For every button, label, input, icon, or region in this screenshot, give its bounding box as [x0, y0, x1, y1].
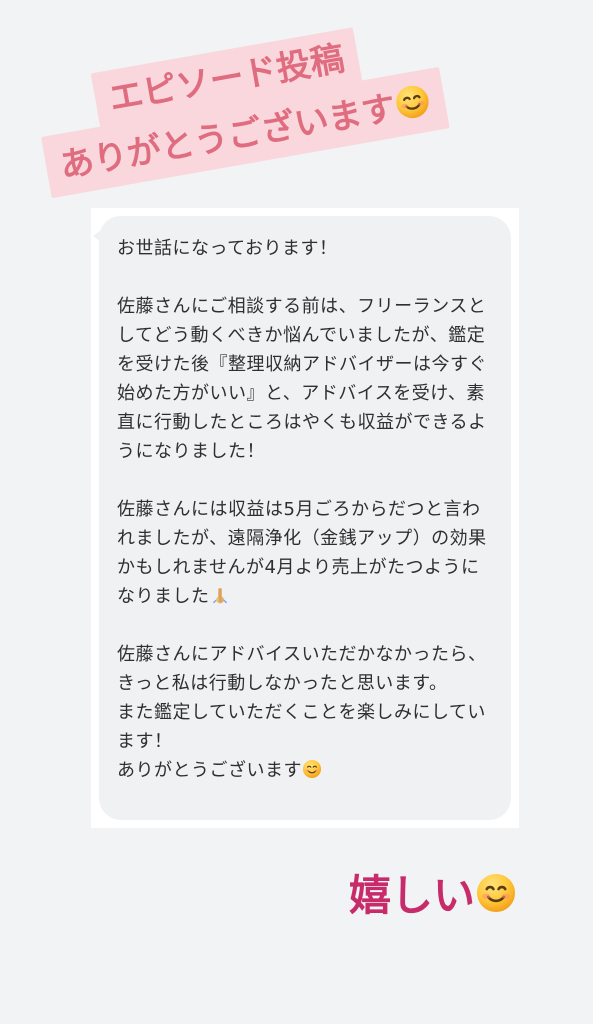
message-screenshot-card: お世話になっております！ 佐藤さんにご相談する前は、フリーランスとしてどう動くべ… [91, 208, 519, 828]
message-paragraph-3: 佐藤さんには収益は5月ごろからだつと言われましたが、遠隔浄化（金銭アップ）の効果… [117, 495, 493, 611]
message-paragraph-4: 佐藤さんにアドバイスいただかなかったら、きっと私は行動しなかったと思います。 ま… [117, 640, 493, 785]
message-bubble: お世話になっております！ 佐藤さんにご相談する前は、フリーランスとしてどう動くべ… [93, 216, 511, 820]
happy-caption: 嬉しい [349, 872, 517, 917]
folded-hands-icon [210, 585, 230, 605]
message-paragraph-2-text: 佐藤さんにご相談する前は、フリーランスとしてどう動くべきか悩んでいましたが、鑑定… [117, 296, 487, 462]
message-paragraph-5-text: また鑑定していただくことを楽しみにしています！ [117, 702, 486, 752]
smiling-face-icon [302, 759, 322, 779]
message-paragraph-1-text: お世話になっております！ [117, 238, 338, 259]
smiling-face-icon [392, 81, 433, 122]
episode-thanks-sticker: エピソード投稿 ありがとうございます [18, 0, 450, 212]
message-paragraph-3-text: 佐藤さんには収益は5月ごろからだつと言われましたが、遠隔浄化（金銭アップ）の効果… [117, 499, 487, 607]
message-paragraph-1: お世話になっております！ [117, 234, 493, 263]
message-paragraph-2: 佐藤さんにご相談する前は、フリーランスとしてどう動くべきか悩んでいましたが、鑑定… [117, 292, 493, 466]
happy-caption-text: 嬉しい [348, 870, 475, 920]
message-paragraph-6-text: ありがとうございます [117, 760, 302, 781]
message-paragraph-4-text: 佐藤さんにアドバイスいただかなかったら、きっと私は行動しなかったと思います。 [117, 644, 487, 694]
smiling-face-icon [475, 872, 517, 914]
message-text: お世話になっております！ 佐藤さんにご相談する前は、フリーランスとしてどう動くべ… [117, 234, 493, 785]
